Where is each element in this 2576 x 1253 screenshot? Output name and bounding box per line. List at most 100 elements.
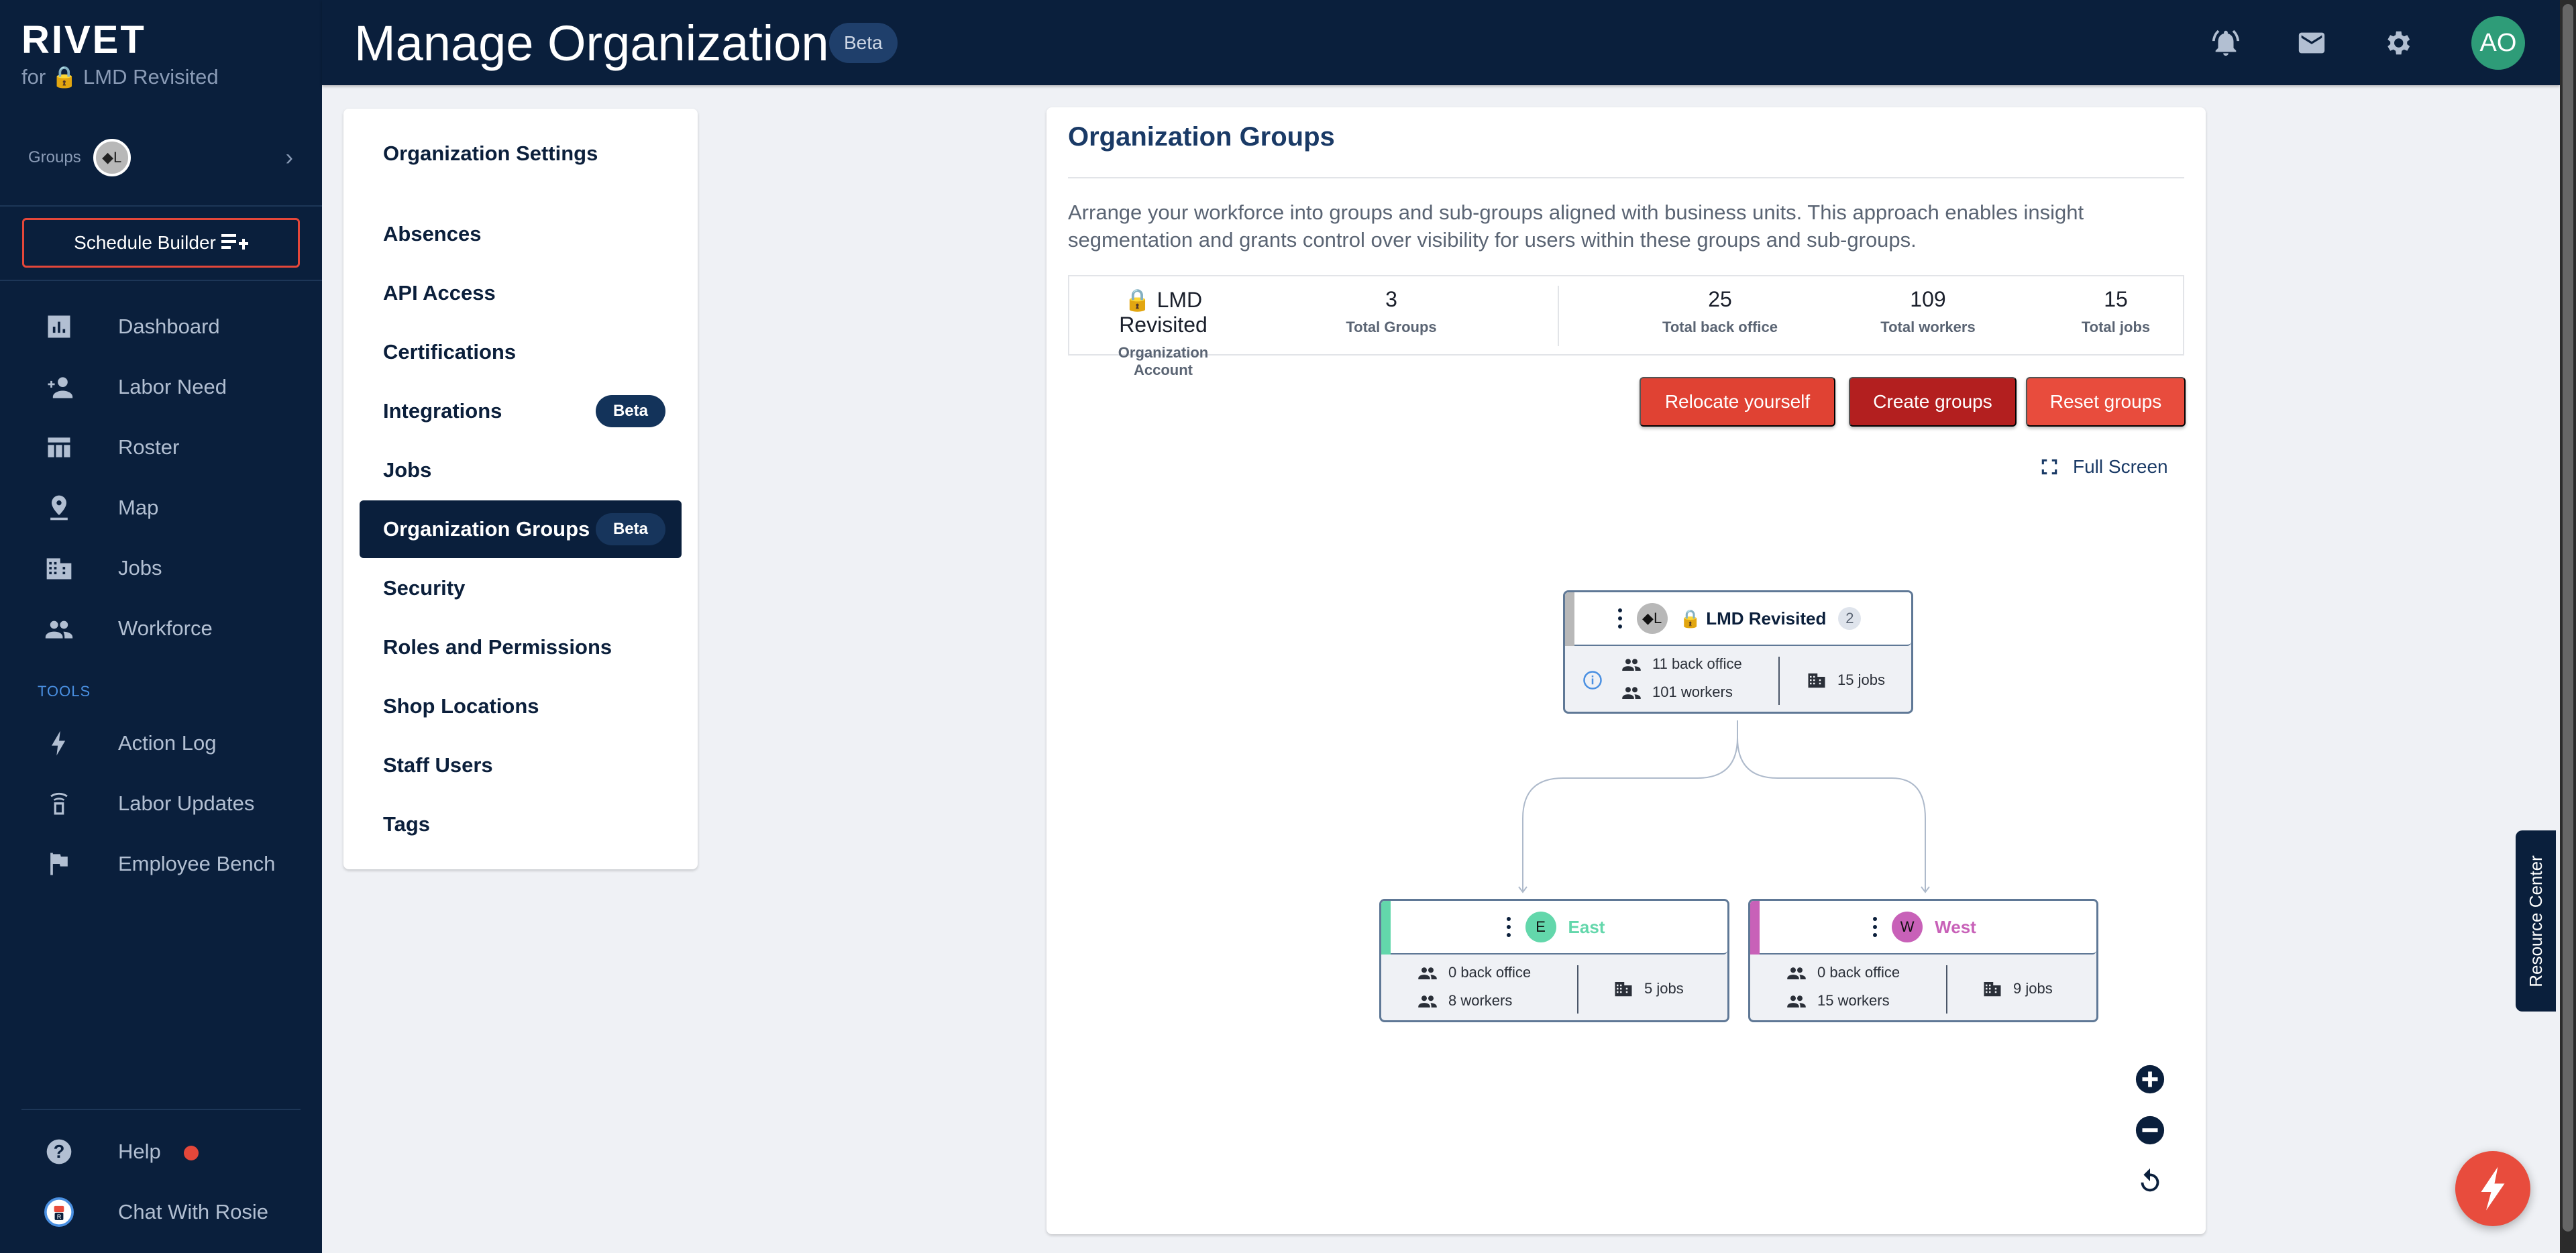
settings-item-label: Tags xyxy=(383,812,431,836)
org-node-east[interactable]: E East 0 back office 8 workers 5 jobs xyxy=(1379,899,1729,1022)
dashboard-icon xyxy=(42,309,76,344)
reset-groups-button[interactable]: Reset groups xyxy=(2026,377,2186,427)
schedule-builder-button[interactable]: Schedule Builder xyxy=(22,218,300,268)
sidebar-item-label: Workforce xyxy=(118,616,213,640)
org-node-west[interactable]: W West 0 back office 15 workers 9 jobs xyxy=(1748,899,2098,1022)
more-vert-icon[interactable] xyxy=(1870,917,1880,937)
sidebar-item-labor-need[interactable]: Labor Need xyxy=(0,364,322,411)
settings-item-jobs[interactable]: Jobs xyxy=(360,441,682,499)
full-screen-button[interactable]: Full Screen xyxy=(2039,456,2168,478)
back-office-count: 11 back office xyxy=(1621,654,1742,674)
workers-count: 15 workers xyxy=(1786,991,1890,1011)
page-scrollbar[interactable] xyxy=(2560,0,2576,1253)
node-name: West xyxy=(1935,916,1976,937)
building-icon xyxy=(1984,982,2001,997)
lightning-icon xyxy=(2481,1166,2505,1211)
mail-icon[interactable] xyxy=(2293,24,2330,62)
node-avatar: W xyxy=(1892,912,1923,942)
settings-item-label: Certifications xyxy=(383,340,517,364)
node-divider xyxy=(1577,965,1578,1014)
beta-badge: Beta xyxy=(595,395,665,427)
svg-text:R: R xyxy=(57,1213,62,1220)
settings-item-absences[interactable]: Absences xyxy=(360,205,682,263)
sidebar-item-workforce[interactable]: Workforce xyxy=(0,605,322,652)
workers-count: 101 workers xyxy=(1621,682,1733,702)
settings-item-certifications[interactable]: Certifications xyxy=(360,323,682,381)
zoom-in-icon[interactable] xyxy=(2135,1064,2165,1095)
settings-menu-heading[interactable]: Organization Settings xyxy=(360,125,682,182)
building-icon xyxy=(1615,982,1632,997)
more-vert-icon[interactable] xyxy=(1615,608,1625,629)
organization-groups-panel: Organization Groups Arrange your workfor… xyxy=(1046,107,2206,1234)
sidebar-item-jobs[interactable]: Jobs xyxy=(0,545,322,592)
sidebar-item-label: Employee Bench xyxy=(118,852,276,875)
node-color-stripe xyxy=(1750,901,1760,955)
brand-logo[interactable]: RIVET xyxy=(21,17,146,62)
people-icon xyxy=(42,611,76,646)
map-pin-icon xyxy=(42,490,76,525)
org-node-root[interactable]: ◆L 🔒 LMD Revisited 2 11 back office 101 … xyxy=(1563,590,1913,714)
rosie-bot-icon: R xyxy=(42,1195,76,1230)
sidebar-item-dashboard[interactable]: Dashboard xyxy=(0,303,322,350)
settings-item-api-access[interactable]: API Access xyxy=(360,264,682,322)
sidebar-item-chat-with-rosie[interactable]: R Chat With Rosie xyxy=(0,1189,322,1236)
people-icon xyxy=(1787,995,1806,1007)
back-office-count: 0 back office xyxy=(1786,963,1900,983)
sidebar-item-label: Jobs xyxy=(118,556,162,580)
settings-gear-icon[interactable] xyxy=(2379,24,2416,62)
create-groups-button[interactable]: Create groups xyxy=(1849,377,2017,427)
node-divider xyxy=(1946,965,1947,1014)
reset-view-icon[interactable] xyxy=(2135,1166,2165,1197)
organization-name: for 🔒 LMD Revisited xyxy=(21,65,219,89)
section-description: Arrange your workforce into groups and s… xyxy=(1068,201,2084,252)
groups-selector[interactable]: Groups ◆L › xyxy=(28,138,293,178)
connector-east xyxy=(1522,720,1738,892)
jobs-count: 9 jobs xyxy=(1982,979,2053,999)
node-body: 11 back office 101 workers 15 jobs xyxy=(1565,646,1911,712)
sidebar-item-map[interactable]: Map xyxy=(0,484,322,531)
settings-item-organization-groups[interactable]: Organization Groups Beta xyxy=(360,500,682,558)
sidebar-divider xyxy=(0,205,322,207)
settings-item-label: API Access xyxy=(383,281,496,305)
back-office-count: 0 back office xyxy=(1417,963,1531,983)
sidebar-item-roster[interactable]: Roster xyxy=(0,424,322,471)
arrowhead xyxy=(1518,886,1527,893)
node-header: ◆L 🔒 LMD Revisited 2 xyxy=(1565,592,1911,646)
info-icon[interactable] xyxy=(1582,670,1603,690)
settings-item-staff-users[interactable]: Staff Users xyxy=(360,737,682,794)
tools-section-label: TOOLS xyxy=(38,683,91,700)
settings-item-roles-and-permissions[interactable]: Roles and Permissions xyxy=(360,618,682,676)
settings-item-security[interactable]: Security xyxy=(360,559,682,617)
user-avatar[interactable]: AO xyxy=(2471,16,2525,70)
resource-center-tab[interactable]: Resource Center xyxy=(2516,830,2556,1012)
sidebar-item-label: Labor Need xyxy=(118,375,227,398)
beta-badge: Beta xyxy=(829,23,898,63)
stat-total-jobs: 15 Total jobs xyxy=(2081,287,2151,335)
sidebar-item-employee-bench[interactable]: Employee Bench xyxy=(0,840,322,887)
quick-action-button[interactable] xyxy=(2455,1151,2530,1226)
sidebar-item-action-log[interactable]: Action Log xyxy=(0,720,322,767)
relocate-yourself-button[interactable]: Relocate yourself xyxy=(1640,377,1835,427)
settings-item-label: Absences xyxy=(383,222,482,246)
node-color-stripe xyxy=(1565,592,1574,646)
scrollbar-thumb[interactable] xyxy=(2563,4,2573,1232)
jobs-count: 5 jobs xyxy=(1613,979,1684,999)
settings-item-label: Integrations xyxy=(383,399,502,423)
sidebar-item-help[interactable]: ? Help xyxy=(0,1128,322,1175)
jobs-count: 15 jobs xyxy=(1807,670,1885,690)
more-vert-icon[interactable] xyxy=(1504,917,1513,937)
settings-item-integrations[interactable]: Integrations Beta xyxy=(360,382,682,440)
node-name: East xyxy=(1568,916,1605,937)
settings-item-shop-locations[interactable]: Shop Locations xyxy=(360,677,682,735)
org-stats-summary: 🔒 LMD Revisited Organization Account 3 T… xyxy=(1068,275,2184,378)
settings-item-label: Roles and Permissions xyxy=(383,635,612,659)
stat-organization-account: 🔒 LMD Revisited Organization Account xyxy=(1118,288,1209,378)
sidebar-item-labor-updates[interactable]: Labor Updates xyxy=(0,780,322,827)
notification-bell-icon[interactable] xyxy=(2207,24,2245,62)
settings-item-tags[interactable]: Tags xyxy=(360,796,682,853)
settings-item-label: Jobs xyxy=(383,458,432,482)
zoom-out-icon[interactable] xyxy=(2135,1115,2165,1146)
playlist-add-icon xyxy=(221,234,248,250)
workers-count: 8 workers xyxy=(1417,991,1512,1011)
node-header: E East xyxy=(1381,901,1727,955)
